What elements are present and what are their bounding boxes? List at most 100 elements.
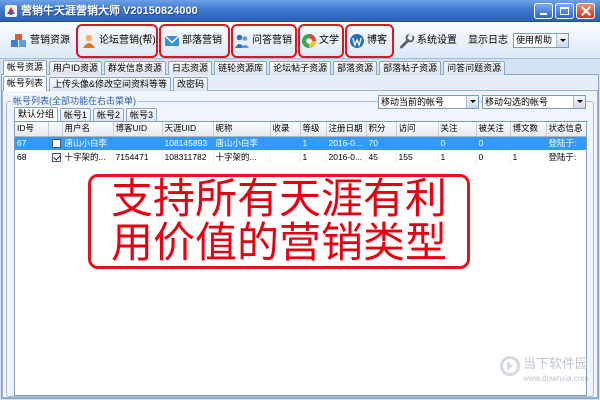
tab-mass-message-resources[interactable]: 群发信息资源 [104, 61, 167, 75]
cell-username: 唐山小白李 [62, 136, 114, 150]
cell-level: 1 [300, 136, 327, 150]
help-select-value: 使用帮助 [516, 35, 553, 45]
table-row[interactable]: 68 十字架的... 7154471 108311782 十字架的... 1 2… [15, 150, 586, 164]
cell-points: 45 [366, 150, 397, 164]
move-checked-accounts-select[interactable]: 移动勾选的帐号 [482, 95, 586, 109]
column-header-status[interactable]: 状态信息 [546, 122, 586, 137]
title-bar: 营销牛天涯营销大师 V20150824000 [0, 0, 600, 22]
chevron-down-icon [470, 100, 476, 103]
cell-status: 登陆于: [546, 136, 586, 150]
annotation-highlight [231, 24, 297, 58]
row-checkbox[interactable] [51, 152, 61, 162]
close-icon [580, 6, 591, 16]
tab-forum-post-resources[interactable]: 论坛帖子资源 [269, 61, 332, 75]
cell-reg-date: 2016-0... [326, 150, 367, 164]
maximize-icon [560, 7, 569, 15]
tab-account-3[interactable]: 帐号3 [126, 108, 158, 122]
tab-account-2[interactable]: 帐号2 [93, 108, 125, 122]
annotation-highlight [298, 24, 344, 58]
toolbar-item-label: 系统设置 [417, 35, 457, 46]
cell-posts: 1 [510, 150, 547, 164]
cell-reg-date: 2016-0... [326, 136, 367, 150]
annotation-highlight [76, 24, 158, 58]
promo-caption-line-2: 用价值的营销类型 [110, 218, 447, 267]
annotation-highlight [159, 24, 230, 58]
move-checked-accounts-value: 移动勾选的帐号 [485, 97, 549, 107]
cell-id: 67 [15, 136, 49, 150]
move-checked-accounts-arrow[interactable] [573, 96, 585, 108]
resources-icon [10, 32, 28, 50]
column-header-check[interactable] [48, 122, 63, 137]
main-tab-strip: 帐号资源 用户ID资源 群发信息资源 日志资源 链轮资源库 论坛帖子资源 部落资… [3, 60, 507, 75]
cell-points: 70 [366, 136, 397, 150]
tab-tribe-post-resources[interactable]: 部落帖子资源 [379, 61, 442, 75]
close-button[interactable] [576, 3, 595, 19]
column-header-blog-uid[interactable]: 博客UID [113, 122, 163, 137]
cell-nickname: 唐山小白李 [213, 136, 271, 150]
column-header-username[interactable]: 用户名 [62, 122, 114, 137]
column-header-nickname[interactable]: 昵称 [213, 122, 271, 137]
column-header-following[interactable]: 关注 [438, 122, 477, 137]
column-header-posts[interactable]: 博文数 [510, 122, 547, 137]
tab-tribe-resources[interactable]: 部落资源 [333, 61, 378, 75]
column-header-indexed[interactable]: 收录 [270, 122, 301, 137]
minimize-icon [540, 13, 547, 15]
main-toolbar: 营销资源 论坛营销(帮) 部落营销 问答营销 文学 博客 系统设置 显示日志 使… [0, 22, 600, 59]
cell-username: 十字架的... [62, 150, 114, 164]
column-header-points[interactable]: 积分 [366, 122, 397, 137]
tab-qa-question-resources[interactable]: 问答问题资源 [443, 61, 506, 75]
toolbar-item-label: 营销资源 [30, 35, 70, 46]
cell-indexed [270, 136, 301, 150]
cell-indexed [270, 150, 301, 164]
move-current-account-select[interactable]: 移动当前的帐号 [378, 95, 479, 109]
promo-caption-box: 支持所有天涯有利 用价值的营销类型 [88, 174, 470, 269]
column-header-reg-date[interactable]: 注册日期 [326, 122, 367, 137]
toolbar-show-log-button[interactable]: 显示日志 [468, 32, 508, 50]
cell-blog-uid [113, 136, 163, 150]
chevron-down-icon [560, 39, 566, 42]
help-select-arrow[interactable] [556, 34, 568, 47]
watermark-url: www.downxia.com [523, 374, 589, 383]
tab-account-resources[interactable]: 帐号资源 [3, 60, 48, 75]
cell-posts [510, 136, 547, 150]
tab-change-password[interactable]: 改密码 [173, 77, 209, 91]
tab-log-resources[interactable]: 日志资源 [168, 61, 213, 75]
column-header-level[interactable]: 等级 [300, 122, 327, 137]
cell-check [48, 136, 63, 150]
move-current-account-arrow[interactable] [466, 96, 478, 108]
cell-check [48, 150, 63, 164]
toolbar-marketing-resources-button[interactable]: 营销资源 [10, 32, 70, 50]
cell-level: 1 [300, 150, 327, 164]
cell-visits [396, 136, 439, 150]
column-header-id[interactable]: ID号 [15, 122, 49, 137]
account-list-group-label: 帐号列表(全部功能在右击菜单) [11, 96, 138, 107]
cell-status: 登陆于: [546, 150, 586, 164]
watermark-name: 当下软件园 [523, 356, 589, 371]
tab-account-list[interactable]: 帐号列表 [3, 76, 48, 91]
tab-default-group[interactable]: 默认分组 [14, 107, 59, 122]
help-select[interactable]: 使用帮助 [513, 33, 569, 48]
move-current-account-value: 移动当前的帐号 [381, 97, 445, 107]
account-group-tab-strip: 默认分组 帐号1 帐号2 帐号3 [14, 107, 159, 122]
toolbar-system-settings-button[interactable]: 系统设置 [399, 32, 457, 50]
tab-upload-avatar-edit-profile[interactable]: 上传头像&修改空间资料等等 [49, 77, 172, 91]
cell-id: 68 [15, 150, 49, 164]
tab-user-id-resources[interactable]: 用户ID资源 [49, 61, 103, 75]
promo-caption-line-1: 支持所有天涯有利 [110, 174, 447, 223]
column-header-visits[interactable]: 访问 [396, 122, 439, 137]
column-header-followers[interactable]: 被关注 [476, 122, 511, 137]
minimize-button[interactable] [534, 3, 553, 19]
show-log-label: 显示日志 [468, 35, 508, 46]
tab-link-wheel-library[interactable]: 链轮资源库 [214, 61, 268, 75]
cell-tianya-uid: 108145893 [162, 136, 214, 150]
cell-following: 1 [438, 150, 477, 164]
cell-tianya-uid: 108311782 [162, 150, 214, 164]
cell-following: 0 [438, 136, 477, 150]
cell-blog-uid: 7154471 [113, 150, 163, 164]
cell-visits: 155 [396, 150, 439, 164]
row-checkbox[interactable] [51, 139, 61, 148]
table-row[interactable]: 67 唐山小白李 108145893 唐山小白李 1 2016-0... 70 … [15, 136, 586, 150]
tab-account-1[interactable]: 帐号1 [60, 108, 92, 122]
maximize-button[interactable] [555, 3, 574, 19]
column-header-tianya-uid[interactable]: 天涯UID [162, 122, 214, 137]
